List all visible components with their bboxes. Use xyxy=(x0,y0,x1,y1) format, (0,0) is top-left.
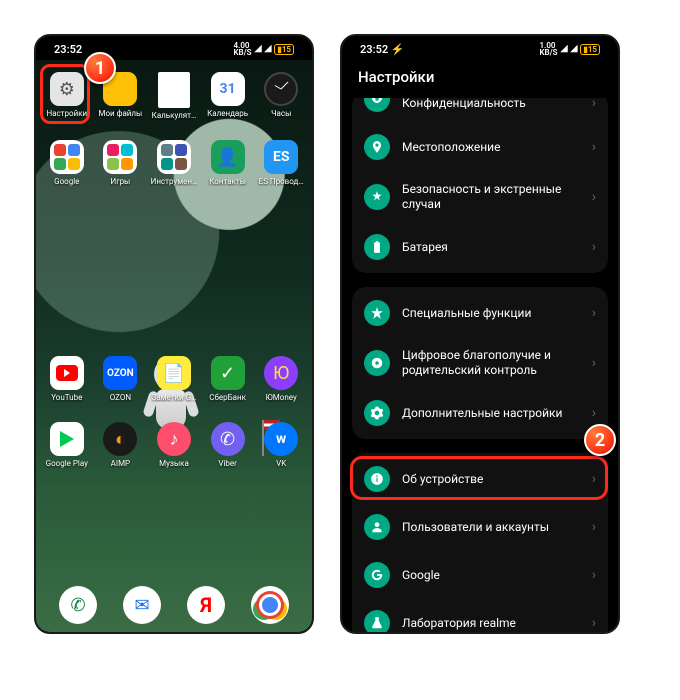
statusbar: 23:52 4.00KB/S ◢ ◢ ▮15 xyxy=(36,36,312,58)
row-realme-lab[interactable]: Лаборатория realme › xyxy=(352,599,608,634)
sber-icon: ✓ xyxy=(211,356,245,390)
dock-phone[interactable]: ✆ xyxy=(59,586,97,624)
dock-messages[interactable]: ✉ xyxy=(123,586,161,624)
row-battery[interactable]: Батарея › xyxy=(352,223,608,271)
app-contacts[interactable]: 👤Контакты xyxy=(201,138,255,188)
row-additional-settings[interactable]: Дополнительные настройки › xyxy=(352,389,608,437)
folder-icon xyxy=(103,140,137,174)
user-icon xyxy=(364,514,390,540)
chevron-right-icon: › xyxy=(592,519,596,535)
chevron-right-icon: › xyxy=(592,239,596,255)
page-title: Настройки xyxy=(342,58,618,98)
app-calendar[interactable]: 31Календарь xyxy=(201,70,255,122)
row-special-functions[interactable]: Специальные функции › xyxy=(352,289,608,337)
aimp-icon: ◐ xyxy=(103,422,137,456)
chevron-right-icon: › xyxy=(592,189,596,205)
app-vk[interactable]: wVK xyxy=(254,420,308,470)
eye-icon xyxy=(364,98,390,112)
settings-group-1: Конфиденциальность › Местоположение › Бе… xyxy=(352,98,608,273)
chevron-right-icon: › xyxy=(592,98,596,111)
status-time: 23:52 ⚡ xyxy=(360,43,405,56)
asterisk-icon xyxy=(364,184,390,210)
phone-settings-screen: 23:52 ⚡ 1.00KB/S ◢ ◢ ▮15 Настройки Конфи… xyxy=(340,34,620,634)
music-icon: ♪ xyxy=(157,422,191,456)
info-icon xyxy=(364,466,390,492)
wifi-icon: ◢ xyxy=(264,44,271,54)
play-icon xyxy=(50,422,84,456)
app-aimp[interactable]: ◐AIMP xyxy=(94,420,148,470)
settings-group-3: Об устройстве › Пользователи и аккаунты … xyxy=(352,453,608,634)
google-icon xyxy=(364,562,390,588)
folder-tools[interactable]: Инструмен… xyxy=(147,138,201,188)
status-indicators: 1.00KB/S ◢ ◢ ▮15 xyxy=(539,42,600,56)
battery-indicator: ▮15 xyxy=(274,44,294,55)
app-grid-row-3: YouTube OZONOZON 📄Заметки G… ✓СберБанк Ю… xyxy=(36,346,312,412)
ozon-icon: OZON xyxy=(103,356,137,390)
app-yoomoney[interactable]: ЮЮMoney xyxy=(254,354,308,404)
app-ozon[interactable]: OZONOZON xyxy=(94,354,148,404)
annotation-step-1: 1 xyxy=(84,52,116,84)
row-users-accounts[interactable]: Пользователи и аккаунты › xyxy=(352,503,608,551)
app-google-play[interactable]: Google Play xyxy=(40,420,94,470)
row-google[interactable]: Google › xyxy=(352,551,608,599)
app-notes[interactable]: 📄Заметки G… xyxy=(147,354,201,404)
row-privacy[interactable]: Конфиденциальность › xyxy=(352,98,608,123)
app-youtube[interactable]: YouTube xyxy=(40,354,94,404)
app-grid-row-4: Google Play ◐AIMP ♪Музыка ✆Viber wVK xyxy=(36,412,312,478)
clock-icon xyxy=(264,72,298,106)
signal-icon: ◢ xyxy=(255,44,262,54)
contacts-icon: 👤 xyxy=(211,140,245,174)
dock-chrome[interactable] xyxy=(251,586,289,624)
wifi-icon: ◢ xyxy=(570,44,577,54)
folder-icon xyxy=(157,140,191,174)
chevron-right-icon: › xyxy=(592,471,596,487)
annotation-highlight-1 xyxy=(40,64,90,124)
app-es-explorer[interactable]: ESES Провод… xyxy=(254,138,308,188)
notes-icon: 📄 xyxy=(157,356,191,390)
row-location[interactable]: Местоположение › xyxy=(352,123,608,171)
chevron-right-icon: › xyxy=(592,305,596,321)
signal-icon: ◢ xyxy=(561,44,568,54)
dock-yandex[interactable]: Я xyxy=(187,586,225,624)
app-sberbank[interactable]: ✓СберБанк xyxy=(201,354,255,404)
status-time: 23:52 xyxy=(54,43,82,56)
flask-icon xyxy=(364,610,390,634)
chevron-right-icon: › xyxy=(592,405,596,421)
chevron-right-icon: › xyxy=(592,615,596,631)
viber-icon: ✆ xyxy=(211,422,245,456)
battery-icon xyxy=(364,234,390,260)
wellbeing-icon xyxy=(364,350,390,376)
vk-icon: w xyxy=(264,422,298,456)
chevron-right-icon: › xyxy=(592,139,596,155)
pin-icon xyxy=(364,134,390,160)
app-viber[interactable]: ✆Viber xyxy=(201,420,255,470)
yoomoney-icon: Ю xyxy=(264,356,298,390)
chevron-right-icon: › xyxy=(592,355,596,371)
settings-scroll[interactable]: Конфиденциальность › Местоположение › Бе… xyxy=(342,98,618,634)
dock: ✆ ✉ Я xyxy=(36,586,312,624)
app-grid-row-2: Google Игры Инструмен… 👤Контакты ESES Пр… xyxy=(36,130,312,196)
folder-games[interactable]: Игры xyxy=(94,138,148,188)
statusbar: 23:52 ⚡ 1.00KB/S ◢ ◢ ▮15 xyxy=(342,36,618,58)
folder-google[interactable]: Google xyxy=(40,138,94,188)
phone-home-screen: 23:52 4.00KB/S ◢ ◢ ▮15 ⚙Настройки Мои фа… xyxy=(34,34,314,634)
status-indicators: 4.00KB/S ◢ ◢ ▮15 xyxy=(233,42,294,56)
annotation-step-2: 2 xyxy=(584,424,616,456)
es-icon: ES xyxy=(264,140,298,174)
folder-icon xyxy=(50,140,84,174)
app-music[interactable]: ♪Музыка xyxy=(147,420,201,470)
app-clock[interactable]: Часы xyxy=(254,70,308,122)
youtube-icon xyxy=(50,356,84,390)
app-calculator[interactable]: Калькулят… xyxy=(147,70,201,122)
row-security[interactable]: Безопасность и экстренные случаи › xyxy=(352,171,608,223)
calculator-icon xyxy=(158,72,190,108)
gear-icon xyxy=(364,400,390,426)
row-about-device[interactable]: Об устройстве › xyxy=(352,455,608,503)
settings-group-2: Специальные функции › Цифровое благополу… xyxy=(352,287,608,439)
chevron-right-icon: › xyxy=(592,567,596,583)
star-icon xyxy=(364,300,390,326)
row-digital-wellbeing[interactable]: Цифровое благополучие и родительский кон… xyxy=(352,337,608,389)
battery-indicator: ▮15 xyxy=(580,44,600,55)
calendar-icon: 31 xyxy=(211,72,245,106)
